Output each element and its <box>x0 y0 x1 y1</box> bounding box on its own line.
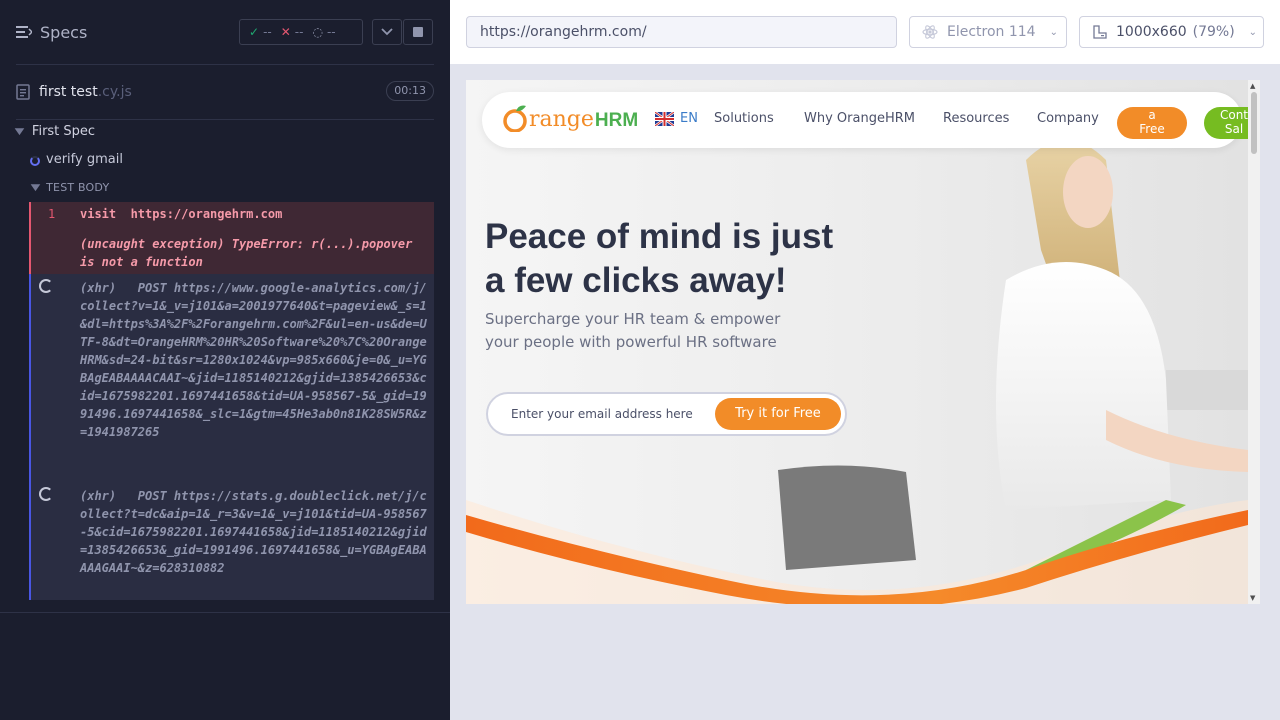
hero-subtitle: Supercharge your HR team & empower your … <box>485 310 781 351</box>
page-scrollbar[interactable]: ▲ ▼ <box>1248 80 1260 604</box>
xhr-text: (xhr) POST https://stats.g.doubleclick.n… <box>80 489 427 575</box>
chevron-down-icon: ▼ <box>30 182 41 193</box>
specs-label: Specs <box>40 22 88 42</box>
command-visit-failed[interactable]: 1 visit https://orangehrm.com (uncaught … <box>29 202 434 274</box>
stat-passed: ✓ -- <box>249 25 272 39</box>
document-icon <box>16 84 30 100</box>
divider <box>0 612 450 613</box>
x-icon: ✕ <box>280 25 291 39</box>
collapse-all-button[interactable] <box>372 19 402 45</box>
logo-word: range <box>529 107 594 132</box>
test-stats: ✓ -- ✕ -- ◌ -- <box>239 19 363 45</box>
command-xhr[interactable]: (xhr) POST https://stats.g.doubleclick.n… <box>29 482 434 600</box>
scroll-up-icon[interactable]: ▲ <box>1250 82 1255 90</box>
stop-button[interactable] <box>403 19 433 45</box>
error-message: (uncaught exception) TypeError: r(...).p… <box>80 237 413 269</box>
stat-failed: ✕ -- <box>280 25 304 39</box>
ruler-icon <box>1093 25 1107 39</box>
chevron-down-icon: ⌄ <box>1248 26 1257 38</box>
duration-badge: 00:13 <box>386 81 434 101</box>
suite-row[interactable]: ▼ First Spec <box>14 124 96 139</box>
stop-icon <box>413 27 423 37</box>
cypress-reporter-panel: Specs ✓ -- ✕ -- ◌ -- first test .cy.js 0… <box>0 0 450 720</box>
scroll-down-icon[interactable]: ▼ <box>1250 594 1255 602</box>
nav-why-orangehrm[interactable]: Why OrangeHRM <box>804 111 915 126</box>
test-title: verify gmail <box>46 152 123 167</box>
orangehrm-logo[interactable]: range HRM <box>503 104 638 132</box>
pending-circle-icon: ◌ <box>312 25 323 39</box>
command-text: visit https://orangehrm.com <box>80 207 283 221</box>
email-signup-form: Enter your email address here Try it for… <box>486 392 847 436</box>
try-it-free-button[interactable]: Try it for Free <box>715 398 841 430</box>
test-body-header[interactable]: ▼ TEST BODY <box>30 181 110 194</box>
reporter-header: Specs ✓ -- ✕ -- ◌ -- <box>0 0 450 64</box>
pending-spinner-icon <box>39 279 53 293</box>
command-xhr[interactable]: (xhr) POST https://www.google-analytics.… <box>29 274 434 482</box>
url-text: https://orangehrm.com/ <box>480 24 647 40</box>
xhr-text: (xhr) POST https://www.google-analytics.… <box>80 281 427 439</box>
divider <box>16 64 434 65</box>
browser-selector[interactable]: Electron 114 ⌄ <box>909 16 1067 48</box>
viewport-selector[interactable]: 1000x660 (79%) ⌄ <box>1079 16 1264 48</box>
specs-button[interactable]: Specs <box>16 20 87 44</box>
chevron-down-icon: ⌄ <box>1049 26 1058 38</box>
free-demo-button[interactable]: a Free <box>1117 107 1187 139</box>
menu-icon <box>16 26 32 38</box>
electron-icon <box>922 25 938 39</box>
chevron-down-icon <box>381 28 393 36</box>
browser-label: Electron 114 <box>947 24 1036 40</box>
site-navbar: range HRM EN Solutions Why OrangeHRM Res… <box>482 92 1260 148</box>
viewport-size: 1000x660 <box>1116 24 1187 40</box>
test-body-label: TEST BODY <box>46 181 110 194</box>
aut-header: https://orangehrm.com/ Electron 114 ⌄ 10… <box>450 0 1280 64</box>
email-input[interactable]: Enter your email address here <box>511 407 693 421</box>
url-bar[interactable]: https://orangehrm.com/ <box>466 16 897 48</box>
running-spinner-icon <box>30 155 40 166</box>
orange-fruit-icon <box>503 105 527 132</box>
spec-file-row[interactable]: first test .cy.js 00:13 <box>16 80 434 104</box>
check-icon: ✓ <box>249 25 260 39</box>
spec-file-name: first test <box>39 84 98 100</box>
scroll-thumb[interactable] <box>1251 92 1257 154</box>
test-row[interactable]: verify gmail <box>30 152 123 167</box>
zoom-level: (79%) <box>1192 24 1235 40</box>
nav-company[interactable]: Company <box>1037 111 1099 126</box>
aut-iframe: range HRM EN Solutions Why OrangeHRM Res… <box>466 80 1260 604</box>
divider <box>16 119 434 120</box>
suite-title: First Spec <box>31 124 96 139</box>
language-selector[interactable]: EN <box>680 111 698 126</box>
spec-file-ext: .cy.js <box>97 84 132 100</box>
uk-flag-icon <box>655 112 674 126</box>
stat-pending: ◌ -- <box>312 25 336 39</box>
command-number: 1 <box>48 207 56 221</box>
nav-solutions[interactable]: Solutions <box>714 111 774 126</box>
logo-hrm: HRM <box>594 110 639 131</box>
pending-spinner-icon <box>39 487 53 501</box>
nav-resources[interactable]: Resources <box>943 111 1009 126</box>
hero-title: Peace of mind is just a few clicks away! <box>485 217 834 300</box>
chevron-down-icon: ▼ <box>14 126 25 137</box>
